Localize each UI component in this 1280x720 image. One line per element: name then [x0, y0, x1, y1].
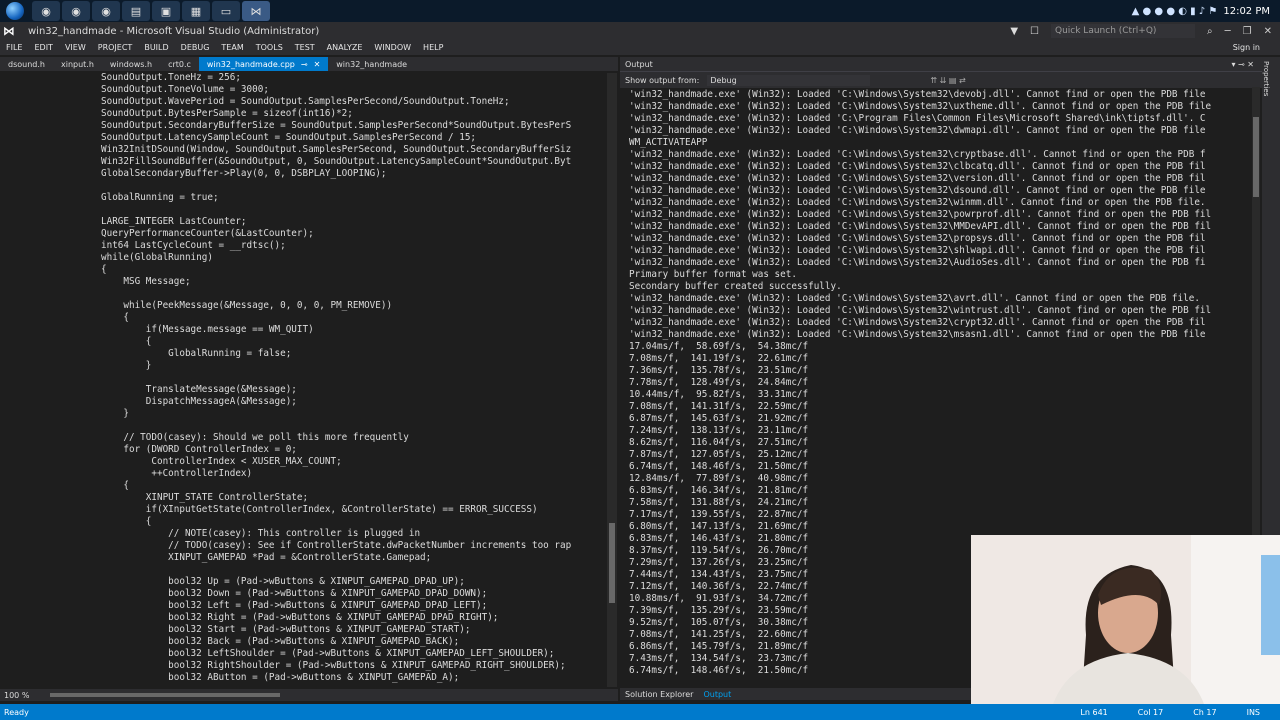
menu-file[interactable]: FILE [0, 43, 28, 52]
visual-studio-icon: ⋈ [250, 4, 262, 18]
tab-windows-h[interactable]: windows.h [102, 57, 160, 71]
document-tabs: dsound.h xinput.h windows.h crt0.c win32… [0, 57, 618, 71]
status-text: Ready [4, 707, 29, 717]
status-char: Ch 17 [1193, 707, 1217, 717]
window-title: win32_handmade - Microsoft Visual Studio… [28, 25, 320, 37]
menu-window[interactable]: WINDOW [368, 43, 417, 52]
source-code[interactable]: SoundOutput.ToneHz = 256; SoundOutput.To… [101, 72, 571, 684]
feedback-icon[interactable]: ☐ [1030, 26, 1039, 37]
status-bar: Ready Ln 641 Col 17 Ch 17 INS [0, 704, 1280, 720]
menu-build[interactable]: BUILD [138, 43, 174, 52]
chrome-icon: ◉ [71, 4, 81, 18]
pin-icon[interactable]: ⊸ [301, 60, 308, 69]
start-button[interactable] [0, 0, 30, 22]
menu-team[interactable]: TEAM [215, 43, 249, 52]
calculator-icon: ▦ [190, 4, 202, 18]
tab-crt0-c[interactable]: crt0.c [160, 57, 199, 71]
taskbar-app-chrome[interactable]: ◉ [32, 1, 60, 21]
sign-in-link[interactable]: Sign in [1233, 43, 1280, 52]
search-icon[interactable]: ⌕ [1207, 26, 1213, 37]
output-header: Output ▾ ⊸ ✕ [620, 57, 1280, 71]
zoom-level[interactable]: 100 % [0, 691, 38, 700]
output-toolbar-icons[interactable]: ⇈ ⇊ ▤ ⇄ [930, 76, 965, 85]
tab-solution-explorer[interactable]: Solution Explorer [620, 690, 698, 699]
maximize-button[interactable]: ❐ [1243, 26, 1252, 37]
chrome-icon: ◉ [101, 4, 111, 18]
visual-studio-logo-icon: ⋈ [3, 24, 15, 38]
output-source-select[interactable]: Debug [707, 74, 871, 86]
clock[interactable]: 12:02 PM [1223, 6, 1270, 17]
tab-label: xinput.h [60, 59, 94, 69]
quick-launch-placeholder: Quick Launch (Ctrl+Q) [1055, 26, 1157, 36]
scroll-thumb[interactable] [1253, 117, 1259, 197]
editor-vertical-scrollbar[interactable] [607, 73, 617, 687]
windows-taskbar: ◉ ◉ ◉ ▤ ▣ ▦ ▭ ⋈ ▲ ● ● ● ◐ ▮ ♪ ⚑ 12:02 PM [0, 0, 1280, 22]
taskbar-app-explorer[interactable]: ▭ [212, 1, 240, 21]
system-tray: ▲ ● ● ● ◐ ▮ ♪ ⚑ 12:02 PM [1132, 6, 1280, 17]
menu-bar: FILE EDIT VIEW PROJECT BUILD DEBUG TEAM … [0, 40, 1280, 55]
editor-gutter[interactable] [0, 71, 32, 688]
tab-win32-handmade[interactable]: win32_handmade [328, 57, 415, 71]
tab-label: win32_handmade [336, 59, 408, 69]
window-titlebar: ⋈ win32_handmade - Microsoft Visual Stud… [0, 22, 1280, 40]
menu-project[interactable]: PROJECT [92, 43, 139, 52]
menu-analyze[interactable]: ANALYZE [321, 43, 369, 52]
tab-output[interactable]: Output [698, 690, 736, 699]
editor-horizontal-scrollbar[interactable]: 100 % [0, 689, 618, 701]
menu-test[interactable]: TEST [289, 43, 321, 52]
tab-xinput-h[interactable]: xinput.h [53, 57, 102, 71]
chrome-icon: ◉ [41, 4, 51, 18]
taskbar-app-chrome-3[interactable]: ◉ [92, 1, 120, 21]
tray-icons[interactable]: ▲ ● ● ● ◐ ▮ ♪ ⚑ [1132, 6, 1218, 17]
notes-icon: ▤ [130, 4, 142, 18]
close-window-button[interactable]: ✕ [1264, 26, 1272, 37]
show-output-label: Show output from: [625, 75, 700, 85]
minimize-button[interactable]: ─ [1225, 26, 1231, 37]
tab-dsound-h[interactable]: dsound.h [0, 57, 53, 71]
windows-logo-icon [6, 2, 24, 20]
properties-side-tab[interactable]: Properties [1262, 57, 1270, 96]
status-line: Ln 641 [1080, 707, 1108, 717]
menu-tools[interactable]: TOOLS [250, 43, 289, 52]
menu-help[interactable]: HELP [417, 43, 449, 52]
taskbar-app-calc[interactable]: ▦ [182, 1, 210, 21]
tab-win32-handmade-cpp[interactable]: win32_handmade.cpp ⊸ ✕ [198, 57, 329, 71]
scroll-thumb[interactable] [50, 693, 280, 697]
filter-icon[interactable]: ▼ [1010, 26, 1018, 37]
close-tab-icon[interactable]: ✕ [314, 60, 321, 69]
output-toolbar: Show output from: Debug ⇈ ⇊ ▤ ⇄ [620, 71, 1280, 88]
taskbar-app-notes[interactable]: ▤ [122, 1, 150, 21]
scroll-thumb[interactable] [609, 523, 615, 603]
status-insert-mode: INS [1246, 707, 1260, 717]
taskbar-app-visual-studio[interactable]: ⋈ [242, 1, 270, 21]
menu-edit[interactable]: EDIT [28, 43, 58, 52]
taskbar-app-console[interactable]: ▣ [152, 1, 180, 21]
output-source-value: Debug [710, 75, 737, 85]
quick-launch-input[interactable]: Quick Launch (Ctrl+Q) [1051, 24, 1195, 38]
folder-icon: ▭ [220, 4, 232, 18]
tab-label: win32_handmade.cpp [206, 59, 295, 69]
menu-debug[interactable]: DEBUG [175, 43, 216, 52]
tab-label: windows.h [109, 59, 153, 69]
output-title: Output [625, 59, 653, 69]
taskbar-app-chrome-2[interactable]: ◉ [62, 1, 90, 21]
code-editor[interactable]: SoundOutput.ToneHz = 256; SoundOutput.To… [0, 71, 618, 688]
webcam-overlay [971, 535, 1280, 710]
webcam-person-image [971, 535, 1280, 710]
status-column: Col 17 [1137, 707, 1164, 717]
tab-label: dsound.h [8, 59, 45, 69]
menu-view[interactable]: VIEW [59, 43, 92, 52]
console-icon: ▣ [160, 4, 172, 18]
tab-label: crt0.c [168, 59, 191, 69]
